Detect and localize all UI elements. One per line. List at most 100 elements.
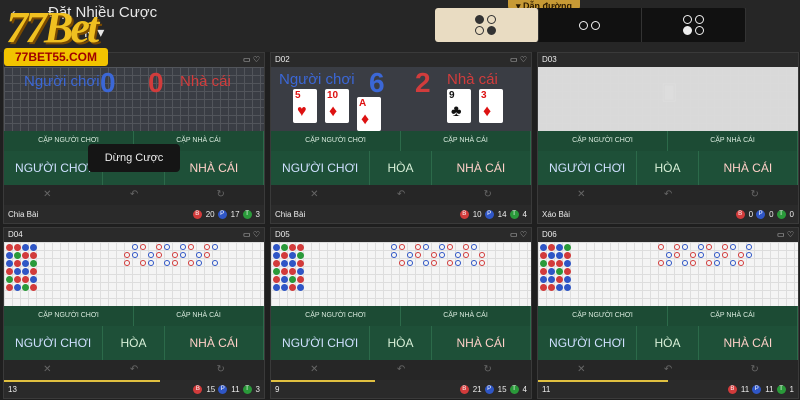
undo-icon[interactable]: ↶ [625, 360, 712, 380]
big-road-ring [682, 244, 688, 250]
player-label: Người chơi [279, 71, 355, 88]
countdown-timer: 13 [8, 385, 17, 394]
pair-banker-bet[interactable]: CẶP NHÀ CÁI [668, 306, 798, 326]
big-road-ring [140, 244, 146, 250]
pair-player-bet[interactable]: CẶP NGƯỜI CHƠI [4, 306, 134, 326]
undo-icon[interactable]: ↶ [358, 185, 445, 205]
big-road-ring [471, 244, 477, 250]
player-bet[interactable]: NGƯỜI CHƠI [4, 326, 104, 360]
big-road-ring [124, 260, 130, 266]
big-road-ring [415, 252, 421, 258]
pair-banker-bet[interactable]: CẶP NHÀ CÁI [401, 131, 531, 151]
tie-bet[interactable]: HÒA [370, 326, 432, 360]
clear-bet-icon[interactable]: ✕ [271, 185, 358, 205]
video-heart-icons[interactable]: ▭ ♡ [510, 55, 527, 64]
bead [289, 260, 296, 267]
clear-bet-icon[interactable]: ✕ [538, 360, 625, 380]
clear-bet-icon[interactable]: ✕ [4, 360, 91, 380]
bead [14, 276, 21, 283]
table-tile-d03[interactable]: D03 🂠 CẶP NGƯỜI CHƠI CẶP NHÀ CÁI NGƯỜI C… [537, 52, 799, 224]
player-bet[interactable]: NGƯỜI CHƠI [538, 326, 638, 360]
bead [281, 252, 288, 259]
bead [540, 260, 547, 267]
bead [6, 252, 13, 259]
banker-bet[interactable]: NHÀ CÁI [699, 326, 798, 360]
big-road-ring [698, 252, 704, 258]
banker-bet[interactable]: NHÀ CÁI [432, 326, 531, 360]
video-heart-icons[interactable]: ▭ ♡ [510, 230, 527, 239]
pair-player-bet[interactable]: CẶP NGƯỜI CHƠI [271, 306, 401, 326]
undo-icon[interactable]: ↶ [625, 185, 712, 205]
main-bets: NGƯỜI CHƠI HÒA NHÀ CÁI [538, 151, 798, 185]
banker-bet[interactable]: NHÀ CÁI [699, 151, 798, 185]
bead [556, 284, 563, 291]
tie-bet[interactable]: HÒA [103, 326, 165, 360]
clear-bet-icon[interactable]: ✕ [271, 360, 358, 380]
pair-banker-bet[interactable]: CẶP NHÀ CÁI [401, 306, 531, 326]
result-counts: B0 P0 T0 [735, 210, 794, 219]
table-tile-d05[interactable]: D05 ▭ ♡ CẶP NGƯỜI CHƠI CẶP NHÀ CÁI NGƯỜI … [270, 227, 532, 399]
table-tile-d01[interactable]: D01▭ ♡ Người chơi Nhà cái 0 0 CẶP NGƯỜI … [3, 52, 265, 224]
repeat-icon[interactable]: ↻ [177, 185, 264, 205]
playing-card: A ♦ [357, 97, 381, 131]
table-id: D03 [542, 55, 557, 64]
big-road-ring [415, 244, 421, 250]
banker-bet[interactable]: NHÀ CÁI [432, 151, 531, 185]
tie-bet[interactable]: HÒA [637, 151, 699, 185]
big-road-ring [423, 244, 429, 250]
video-heart-icons[interactable]: ▭ ♡ [777, 230, 794, 239]
table-tile-d06[interactable]: D06 ▭ ♡ CẶP NGƯỜI CHƠI CẶP NHÀ CÁI NGƯỜI … [537, 227, 799, 399]
player-bet[interactable]: NGƯỜI CHƠI [271, 151, 371, 185]
bet-controls: ✕ ↶ ↻ [538, 360, 798, 380]
pair-player-bet[interactable]: CẶP NGƯỜI CHƠI [538, 306, 668, 326]
pair-bets: CẶP NGƯỜI CHƠI CẶP NHÀ CÁI [271, 131, 531, 151]
repeat-icon[interactable]: ↻ [444, 185, 531, 205]
repeat-icon[interactable]: ↻ [444, 360, 531, 380]
bead [273, 260, 280, 267]
big-road-ring [204, 244, 210, 250]
big-road-ring [204, 252, 210, 258]
tie-bet[interactable]: HÒA [370, 151, 432, 185]
bead [30, 244, 37, 251]
bead [6, 244, 13, 251]
repeat-icon[interactable]: ↻ [711, 360, 798, 380]
repeat-icon[interactable]: ↻ [711, 185, 798, 205]
bead [22, 252, 29, 259]
table-tile-d02[interactable]: D02 ▭ ♡ Người chơi Nhà cái 6 2 5 ♥ 10 ♦ A ♦ … [270, 52, 532, 224]
live-view: Người chơi Nhà cái 0 0 [4, 67, 264, 131]
table-id: D04 [8, 230, 23, 239]
player-bet[interactable]: NGƯỜI CHƠI [271, 326, 371, 360]
undo-icon[interactable]: ↶ [91, 360, 178, 380]
undo-icon[interactable]: ↶ [358, 360, 445, 380]
tie-bet[interactable]: HÒA [637, 326, 699, 360]
video-heart-icons[interactable]: ▭ ♡ [243, 55, 260, 64]
big-road-ring [690, 252, 696, 258]
tab-view-mode-3[interactable] [642, 8, 747, 42]
repeat-icon[interactable]: ↻ [177, 360, 264, 380]
pair-player-bet[interactable]: CẶP NGƯỜI CHƠI [271, 131, 401, 151]
video-heart-icons[interactable]: ▭ ♡ [243, 230, 260, 239]
table-tile-d04[interactable]: D04 ▭ ♡ CẶP NGƯỜI CHƠI CẶP NHÀ CÁI NGƯỜI … [3, 227, 265, 399]
big-road-ring [196, 260, 202, 266]
bead [564, 244, 571, 251]
banker-bet[interactable]: NHÀ CÁI [165, 326, 264, 360]
pair-banker-bet[interactable]: CẶP NHÀ CÁI [668, 131, 798, 151]
big-road-ring [180, 244, 186, 250]
clear-bet-icon[interactable]: ✕ [4, 185, 91, 205]
bead [273, 252, 280, 259]
clear-bet-icon[interactable]: ✕ [538, 185, 625, 205]
bead [564, 284, 571, 291]
bead [273, 244, 280, 251]
big-road-ring [140, 260, 146, 266]
big-road-ring [658, 244, 664, 250]
tab-view-mode-1[interactable] [435, 8, 539, 42]
bead [281, 276, 288, 283]
big-road-ring [455, 260, 461, 266]
undo-icon[interactable]: ↶ [91, 185, 178, 205]
pair-player-bet[interactable]: CẶP NGƯỜI CHƠI [538, 131, 668, 151]
main-bets: NGƯỜI CHƠI HÒA NHÀ CÁI [271, 326, 531, 360]
playing-card: 5 ♥ [293, 89, 317, 123]
player-bet[interactable]: NGƯỜI CHƠI [538, 151, 638, 185]
tab-view-mode-2[interactable] [539, 8, 643, 42]
pair-banker-bet[interactable]: CẶP NHÀ CÁI [134, 306, 264, 326]
